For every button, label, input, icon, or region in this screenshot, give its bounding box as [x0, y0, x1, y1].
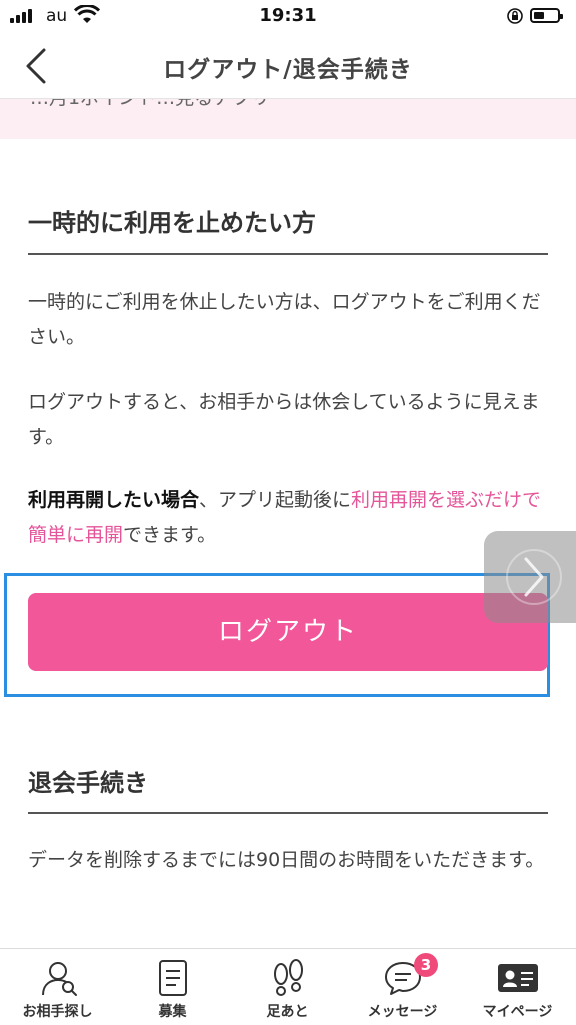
bottom-tab-bar: お相手探し 募集 足あと 3 メッセージ マイページ	[0, 948, 576, 1025]
section-divider	[28, 812, 548, 814]
tab-footprints[interactable]: 足あと	[230, 949, 345, 1025]
resume-bold-text: 利用再開したい場合	[28, 489, 200, 511]
pause-description: 一時的にご利用を休止したい方は、ログアウトをご利用ください。	[28, 291, 541, 348]
tab-label: お相手探し	[22, 1004, 93, 1020]
withdraw-description: データを削除するまでには90日間のお時間をいただきます。	[28, 849, 545, 871]
tab-label: マイページ	[482, 1004, 553, 1020]
battery-icon	[530, 8, 563, 23]
logout-button[interactable]: ログアウト	[28, 593, 548, 671]
pause-section-title: 一時的に利用を止めたい方	[28, 209, 316, 237]
promo-banner-text: …月1ポイント…見るアプリ	[30, 99, 270, 110]
chevron-right-icon	[506, 549, 562, 605]
search-person-icon	[41, 962, 77, 996]
profile-card-icon	[497, 964, 538, 992]
logout-effect-description: ログアウトすると、お相手からは休会しているように見えます。	[28, 391, 540, 448]
tab-label: メッセージ	[367, 1004, 438, 1020]
status-bar: au 19:31	[0, 0, 576, 34]
resume-mid-text: 、アプリ起動後に	[199, 489, 352, 511]
floating-next-button[interactable]	[484, 531, 576, 623]
resume-description: 利用再開したい場合、アプリ起動後に利用再開を選ぶだけで簡単に再開できます。	[28, 483, 548, 553]
withdraw-section-title: 退会手続き	[28, 769, 148, 797]
tab-messages[interactable]: 3 メッセージ	[345, 949, 460, 1025]
tab-partner-search[interactable]: お相手探し	[0, 949, 115, 1025]
tab-my-page[interactable]: マイページ	[460, 949, 575, 1025]
tab-label: 募集	[158, 1004, 187, 1020]
document-icon	[158, 960, 187, 996]
section-divider	[28, 253, 548, 255]
promo-banner: …月1ポイント…見るアプリ	[0, 99, 576, 139]
unread-badge: 3	[414, 953, 438, 977]
orientation-lock-icon	[507, 8, 523, 24]
status-time: 19:31	[259, 5, 317, 26]
tab-label: 足あと	[266, 1004, 309, 1020]
footprints-icon	[273, 959, 303, 996]
tab-recruitment[interactable]: 募集	[115, 949, 230, 1025]
nav-header: ログアウト/退会手続き	[0, 34, 576, 99]
resume-end-text: できます。	[123, 524, 217, 546]
page-title: ログアウト/退会手続き	[163, 57, 413, 83]
